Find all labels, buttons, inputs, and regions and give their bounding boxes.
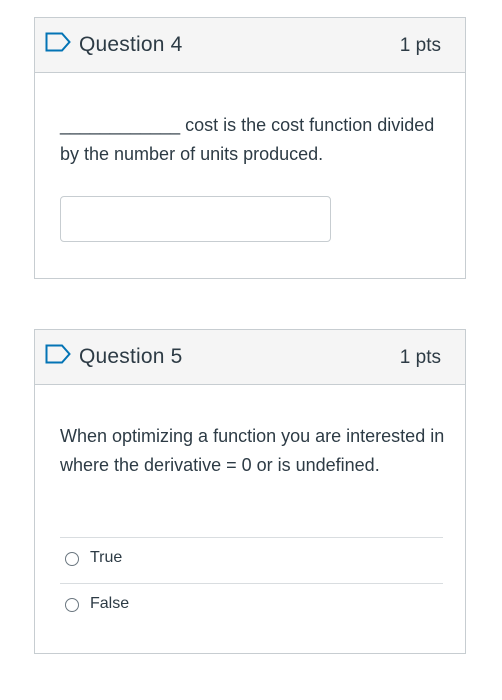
question-header: Question 4 1 pts [35, 18, 465, 73]
question-header: Question 5 1 pts [35, 330, 465, 385]
question-5-card: Question 5 1 pts When optimizing a funct… [34, 329, 466, 654]
answer-option-false[interactable]: False [60, 584, 443, 628]
question-4-card: Question 4 1 pts ____________ cost is th… [34, 17, 466, 279]
answer-option-label: True [90, 549, 123, 566]
radio-button-icon[interactable] [65, 552, 79, 566]
question-text: ____________ cost is the cost function d… [60, 115, 435, 164]
question-points: 1 pts [399, 347, 441, 368]
answer-input[interactable] [60, 196, 331, 242]
answer-option-true[interactable]: True [60, 538, 443, 582]
question-text: When optimizing a function you are inter… [60, 426, 445, 475]
question-title: Question 5 [79, 345, 183, 368]
flag-question-icon[interactable] [45, 32, 71, 52]
flag-question-icon[interactable] [45, 344, 71, 364]
question-title: Question 4 [79, 33, 183, 56]
answer-option-label: False [90, 595, 130, 612]
radio-button-icon[interactable] [65, 598, 79, 612]
question-points: 1 pts [399, 35, 441, 56]
